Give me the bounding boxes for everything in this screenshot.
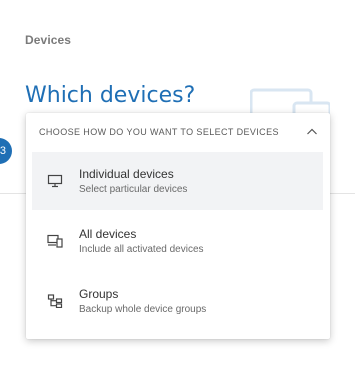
hierarchy-icon (47, 294, 63, 308)
option-groups[interactable]: Groups Backup whole device groups (32, 272, 323, 330)
monitor-icon (47, 174, 63, 188)
option-all-devices[interactable]: All devices Include all activated device… (32, 212, 323, 270)
dropdown-header-label: CHOOSE HOW DO YOU WANT TO SELECT DEVICES (39, 127, 279, 137)
dropdown-header[interactable]: CHOOSE HOW DO YOU WANT TO SELECT DEVICES (26, 113, 330, 151)
step-number: 3 (0, 145, 6, 157)
option-subtitle: Select particular devices (79, 184, 188, 195)
option-subtitle: Include all activated devices (79, 244, 204, 255)
devices-icon (47, 234, 63, 248)
page-title: Which devices? (25, 83, 196, 108)
page: Devices Which devices? 3 CHOOSE HOW DO Y… (0, 0, 355, 371)
step-indicator: 3 (0, 138, 12, 164)
option-title: All devices (79, 227, 137, 241)
option-title: Groups (79, 287, 119, 301)
device-selection-dropdown: CHOOSE HOW DO YOU WANT TO SELECT DEVICES… (26, 113, 330, 339)
option-subtitle: Backup whole device groups (79, 304, 207, 315)
breadcrumb[interactable]: Devices (25, 33, 71, 47)
option-title: Individual devices (79, 167, 174, 181)
option-individual-devices[interactable]: Individual devices Select particular dev… (32, 152, 323, 210)
chevron-up-icon[interactable] (306, 126, 318, 138)
